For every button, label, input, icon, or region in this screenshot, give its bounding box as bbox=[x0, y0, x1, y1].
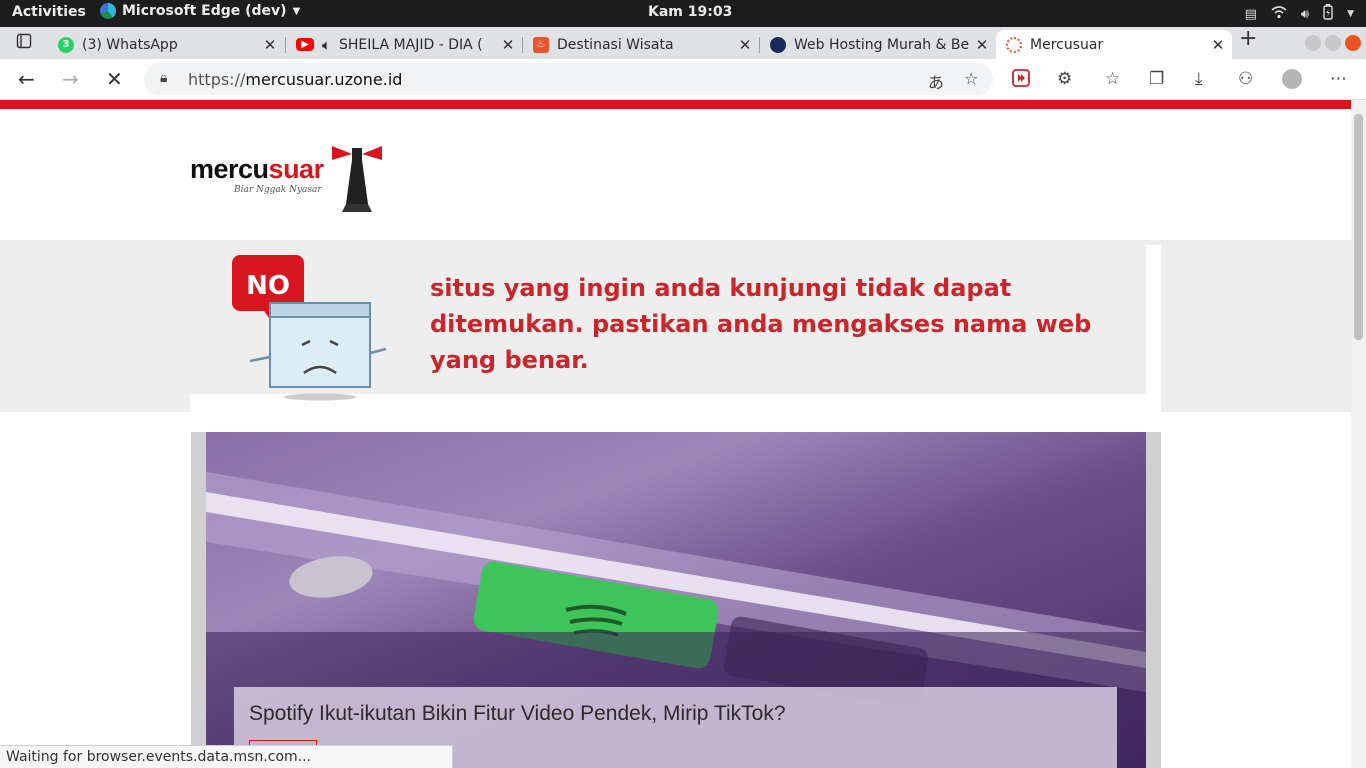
browser-toolbar: ← → ✕ 🔒︎ https://mercusuar.uzone.id あ ☆ … bbox=[0, 59, 1366, 100]
page-scrollbar[interactable] bbox=[1351, 100, 1366, 768]
site-logo[interactable]: mercusuar Biar Nggak Nyasar bbox=[190, 134, 390, 214]
tab-title: Web Hosting Murah & Be bbox=[794, 36, 970, 53]
volume-icon: 🔊︎ bbox=[1300, 6, 1310, 22]
app-menu-label: Microsoft Edge (dev) bbox=[122, 3, 287, 19]
new-tab-button[interactable]: + bbox=[1239, 26, 1257, 51]
close-icon[interactable]: ✕ bbox=[737, 36, 753, 54]
not-found-panel: NO situs yang ingin anda kunjungi tidak … bbox=[190, 245, 1146, 401]
tab-destinasi-wisata[interactable]: ♨ Destinasi Wisata ✕ bbox=[523, 30, 759, 59]
featured-headline[interactable]: Spotify Ikut-ikutan Bikin Fitur Video Pe… bbox=[249, 702, 786, 726]
not-found-banner: NO situs yang ingin anda kunjungi tidak … bbox=[190, 245, 1161, 412]
add-favorite-icon[interactable]: ☆ bbox=[964, 69, 978, 88]
sad-browser-icon: NO bbox=[232, 255, 387, 401]
tab-whatsapp[interactable]: 3 (3) WhatsApp ✕ bbox=[48, 30, 284, 59]
youtube-icon: ▶ bbox=[296, 38, 314, 51]
maximize-button[interactable] bbox=[1325, 35, 1341, 51]
tab-title: Mercusuar bbox=[1030, 36, 1104, 53]
url-text[interactable]: https://mercusuar.uzone.id bbox=[188, 70, 402, 89]
clock[interactable]: Kam 19:03 bbox=[648, 4, 732, 20]
close-icon[interactable]: ✕ bbox=[500, 36, 516, 54]
tab-title: Destinasi Wisata bbox=[557, 36, 674, 53]
tab-web-hosting[interactable]: Web Hosting Murah & Be ✕ bbox=[760, 30, 996, 59]
battery-icon bbox=[1323, 4, 1333, 24]
close-icon[interactable]: ✕ bbox=[1210, 36, 1226, 54]
collections-icon[interactable]: ❐ bbox=[1149, 69, 1164, 89]
extensions-icon[interactable]: ⚙ bbox=[1057, 69, 1072, 89]
tab-youtube[interactable]: ▶ 🔈︎ SHEILA MAJID - DIA ( ✕ bbox=[286, 30, 522, 59]
activities-button[interactable]: Activities bbox=[12, 4, 86, 20]
tab-title: (3) WhatsApp bbox=[82, 36, 178, 53]
tab-mercusuar[interactable]: Mercusuar ✕ bbox=[996, 30, 1232, 59]
profile-avatar-icon[interactable] bbox=[1282, 69, 1302, 89]
forward-button[interactable]: → bbox=[62, 67, 79, 91]
web-page: mercusuar Biar Nggak Nyasar NO situs yan… bbox=[0, 100, 1351, 768]
tab-title: SHEILA MAJID - DIA ( bbox=[339, 36, 483, 53]
close-window-button[interactable] bbox=[1345, 35, 1361, 51]
translate-icon[interactable]: あ bbox=[928, 69, 944, 93]
scrollbar-thumb[interactable] bbox=[1354, 114, 1363, 340]
system-tray[interactable]: ▤ 🔊︎ ▼ bbox=[1245, 4, 1354, 24]
logo-wordmark: mercusuar bbox=[190, 154, 324, 184]
close-icon[interactable]: ✕ bbox=[262, 36, 278, 54]
whatsapp-icon: 3 bbox=[58, 36, 74, 53]
power-menu-icon: ▼ bbox=[1347, 9, 1354, 19]
system-top-bar: Activities Microsoft Edge (dev) ▼ Kam 19… bbox=[0, 0, 1366, 27]
tab-actions-icon[interactable] bbox=[16, 33, 32, 54]
close-icon[interactable]: ✕ bbox=[974, 36, 990, 54]
performance-icon[interactable]: ⚇ bbox=[1238, 69, 1253, 89]
tab-strip: 3 (3) WhatsApp ✕ ▶ 🔈︎ SHEILA MAJID - DIA… bbox=[0, 26, 1366, 59]
flame-icon: ♨ bbox=[533, 36, 549, 53]
more-options-icon[interactable]: ⋯ bbox=[1330, 69, 1347, 89]
header-red-bar bbox=[0, 100, 1351, 109]
downloads-icon[interactable]: ⤓ bbox=[1195, 69, 1203, 89]
lock-icon[interactable]: 🔒︎ bbox=[160, 70, 167, 86]
address-bar[interactable]: 🔒︎ https://mercusuar.uzone.id あ ☆ bbox=[144, 63, 993, 95]
lighthouse-icon bbox=[332, 146, 382, 212]
featured-article[interactable]: Spotify Ikut-ikutan Bikin Fitur Video Pe… bbox=[191, 432, 1161, 768]
app-menu[interactable]: Microsoft Edge (dev) ▼ bbox=[100, 3, 300, 19]
favorites-icon[interactable]: ☆ bbox=[1105, 69, 1120, 89]
edge-logo-icon bbox=[100, 3, 116, 19]
chevron-down-icon: ▼ bbox=[292, 5, 301, 17]
globe-icon bbox=[770, 36, 786, 53]
keyboard-icon: ▤ bbox=[1244, 6, 1257, 22]
not-found-message: situs yang ingin anda kunjungi tidak dap… bbox=[430, 274, 1092, 374]
logo-tagline: Biar Nggak Nyasar bbox=[234, 185, 322, 195]
status-bubble: Waiting for browser.events.data.msn.com.… bbox=[0, 745, 453, 768]
read-aloud-icon[interactable] bbox=[1012, 69, 1030, 92]
back-button[interactable]: ← bbox=[18, 67, 35, 91]
loading-spinner-icon bbox=[1006, 36, 1022, 53]
svg-text:NO: NO bbox=[246, 271, 290, 301]
minimize-button[interactable] bbox=[1305, 35, 1321, 51]
wifi-icon bbox=[1271, 5, 1287, 23]
audio-playing-icon[interactable]: 🔈︎ bbox=[322, 36, 331, 54]
stop-loading-button[interactable]: ✕ bbox=[106, 67, 123, 91]
